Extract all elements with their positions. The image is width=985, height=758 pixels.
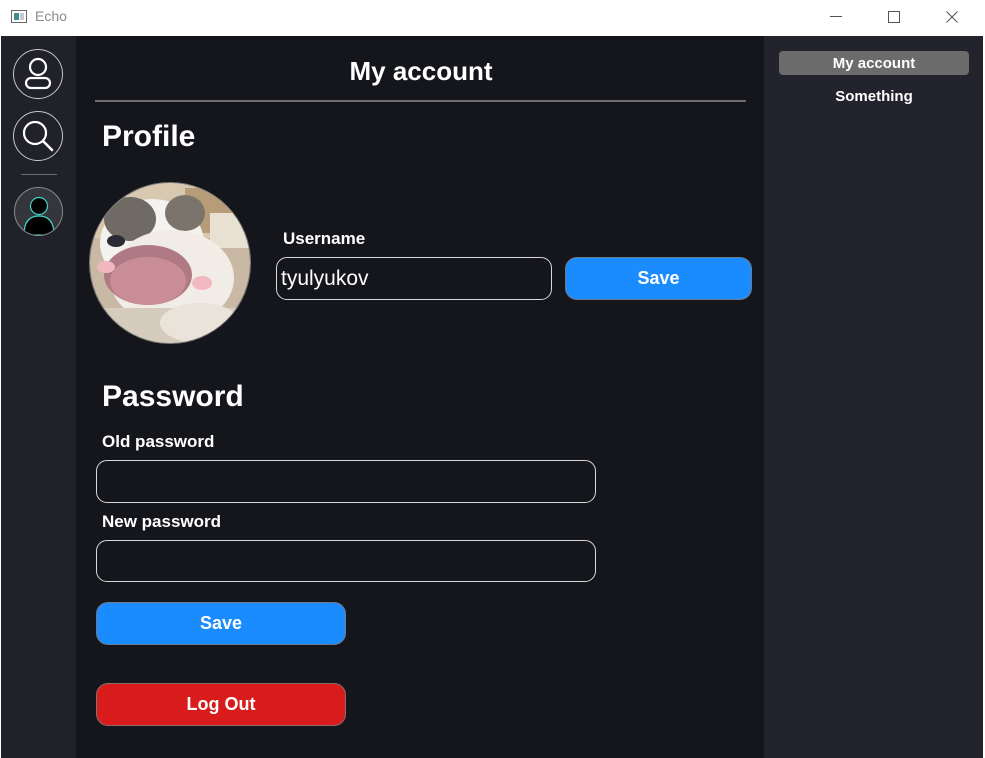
profile-avatar[interactable]: [89, 182, 251, 344]
minimize-button[interactable]: [807, 0, 865, 34]
settings-nav: My account Something: [764, 36, 983, 758]
main-content: My account Profile Username tyulyukov Sa…: [76, 36, 764, 758]
user-silhouette-icon: [23, 196, 55, 235]
old-password-input[interactable]: [96, 460, 596, 503]
close-button[interactable]: [923, 0, 981, 34]
page-title: My account: [349, 56, 493, 86]
profile-icon: [24, 57, 52, 90]
close-icon: [946, 11, 958, 23]
search-icon: [22, 120, 54, 152]
logout-button[interactable]: Log Out: [96, 683, 346, 726]
save-password-button[interactable]: Save: [96, 602, 346, 645]
user-avatar[interactable]: [14, 187, 63, 236]
new-password-label: New password: [102, 512, 222, 531]
old-password-label: Old password: [102, 432, 215, 451]
search-button[interactable]: [13, 111, 63, 161]
app-icon: [11, 10, 27, 23]
username-input[interactable]: [276, 257, 552, 300]
title-divider: [95, 100, 746, 102]
minimize-icon: [830, 16, 842, 17]
avatar-photo: [90, 183, 250, 343]
nav-item-my-account[interactable]: My account: [779, 51, 969, 75]
nav-item-something[interactable]: Something: [779, 84, 969, 108]
new-password-input[interactable]: [96, 540, 596, 582]
window-title: Echo: [35, 8, 67, 24]
save-username-button[interactable]: Save: [565, 257, 752, 300]
maximize-icon: [888, 11, 900, 23]
username-label: Username: [283, 229, 366, 248]
profile-heading: Profile: [102, 120, 196, 153]
sidebar-divider: [21, 174, 57, 175]
profile-button[interactable]: [13, 49, 63, 99]
title-bar: Echo: [0, 0, 985, 36]
app-window: My account Profile Username tyulyukov Sa…: [1, 36, 983, 758]
left-sidebar: [1, 36, 76, 758]
password-heading: Password: [102, 380, 244, 413]
maximize-button[interactable]: [865, 0, 923, 34]
